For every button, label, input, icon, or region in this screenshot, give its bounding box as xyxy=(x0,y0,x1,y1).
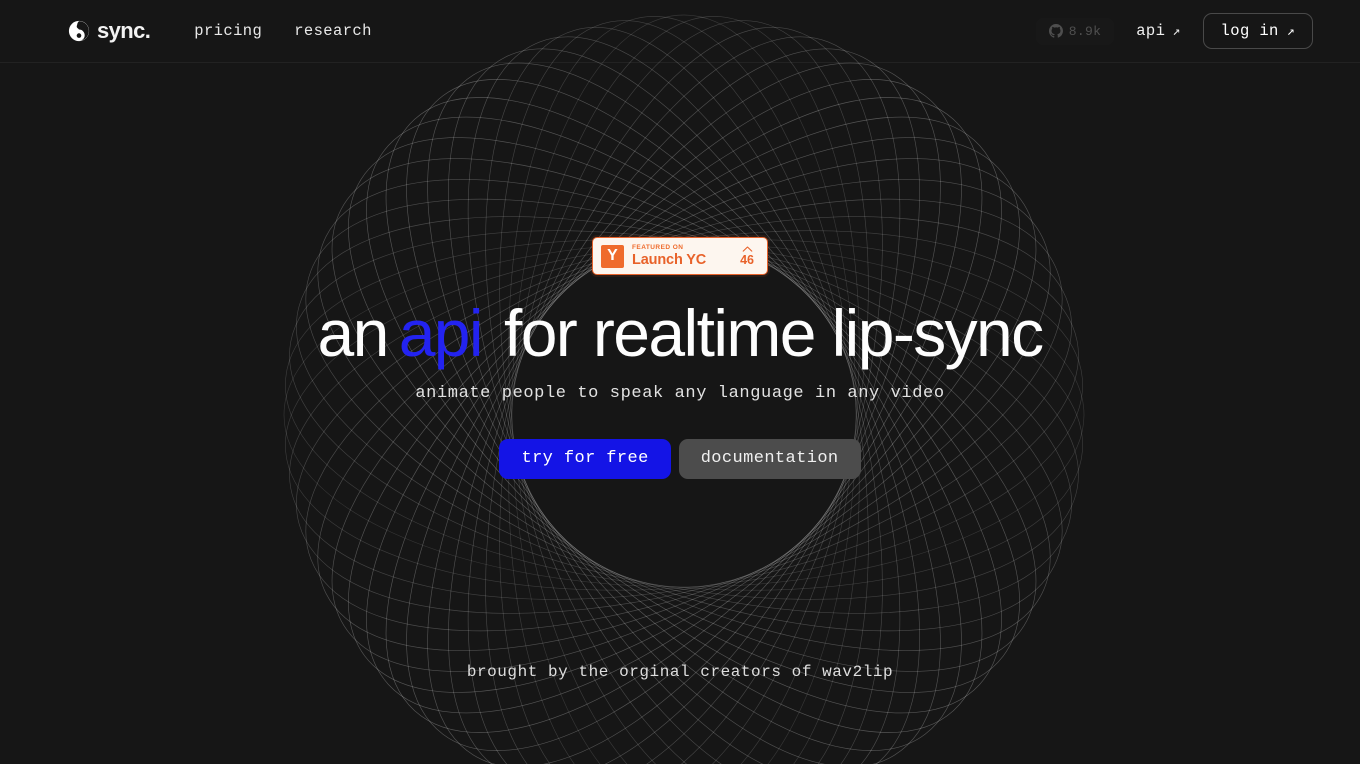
try-for-free-button[interactable]: try for free xyxy=(499,438,671,479)
login-button[interactable]: log in ↗ xyxy=(1202,13,1313,49)
hero-footnote: brought by the orginal creators of wav2l… xyxy=(466,663,894,681)
documentation-button[interactable]: documentation xyxy=(678,438,861,479)
header-right-group: 8.9k api ↗ log in ↗ xyxy=(1036,13,1360,49)
main-navigation: pricing research xyxy=(194,22,372,40)
headline-accent-api: api xyxy=(398,296,484,370)
logo-text: sync. xyxy=(97,18,151,43)
hero-subtitle: animate people to speak any language in … xyxy=(415,383,945,403)
headline-part-1: an xyxy=(317,296,389,370)
cta-button-row: try for free documentation xyxy=(499,438,861,479)
chevron-up-icon xyxy=(742,246,752,252)
header-left-group: sync. TM pricing research xyxy=(0,0,1360,43)
yc-program-label: Launch YC xyxy=(632,252,707,268)
github-star-count: 8.9k xyxy=(1068,23,1102,39)
github-icon xyxy=(1048,24,1063,38)
sync-logo-icon xyxy=(68,20,90,42)
login-button-label: log in xyxy=(1220,22,1279,40)
yc-featured-label: FEATURED ON xyxy=(632,243,684,251)
launch-yc-badge[interactable]: Y FEATURED ON Launch YC 46 xyxy=(592,237,768,275)
headline-part-2: for realtime lip-sync xyxy=(503,296,1044,370)
site-header: sync. TM pricing research 8.9k api ↗ log… xyxy=(0,0,1360,63)
nav-link-pricing[interactable]: pricing xyxy=(194,22,262,40)
api-link[interactable]: api ↗ xyxy=(1136,22,1180,40)
yc-logo-letter: Y xyxy=(607,246,618,264)
yc-upvote-count: 46 xyxy=(740,252,754,267)
page-root: sync. TM pricing research 8.9k api ↗ log… xyxy=(0,0,1360,764)
page-title: an api for realtime lip-sync xyxy=(317,296,1044,370)
nav-link-research[interactable]: research xyxy=(294,22,372,40)
yc-logo-icon: Y xyxy=(601,244,624,268)
logo[interactable]: sync. TM xyxy=(68,0,1360,43)
arrow-up-right-icon: ↗ xyxy=(1172,23,1181,39)
yc-upvote-group[interactable]: 46 xyxy=(740,246,758,267)
yc-badge-labels: FEATURED ON Launch YC xyxy=(632,243,707,268)
hero-section: Y FEATURED ON Launch YC 46 an api for real… xyxy=(0,63,1360,764)
github-star-badge[interactable]: 8.9k xyxy=(1036,18,1114,45)
arrow-up-right-icon: ↗ xyxy=(1286,23,1295,39)
api-link-label: api xyxy=(1136,22,1166,40)
